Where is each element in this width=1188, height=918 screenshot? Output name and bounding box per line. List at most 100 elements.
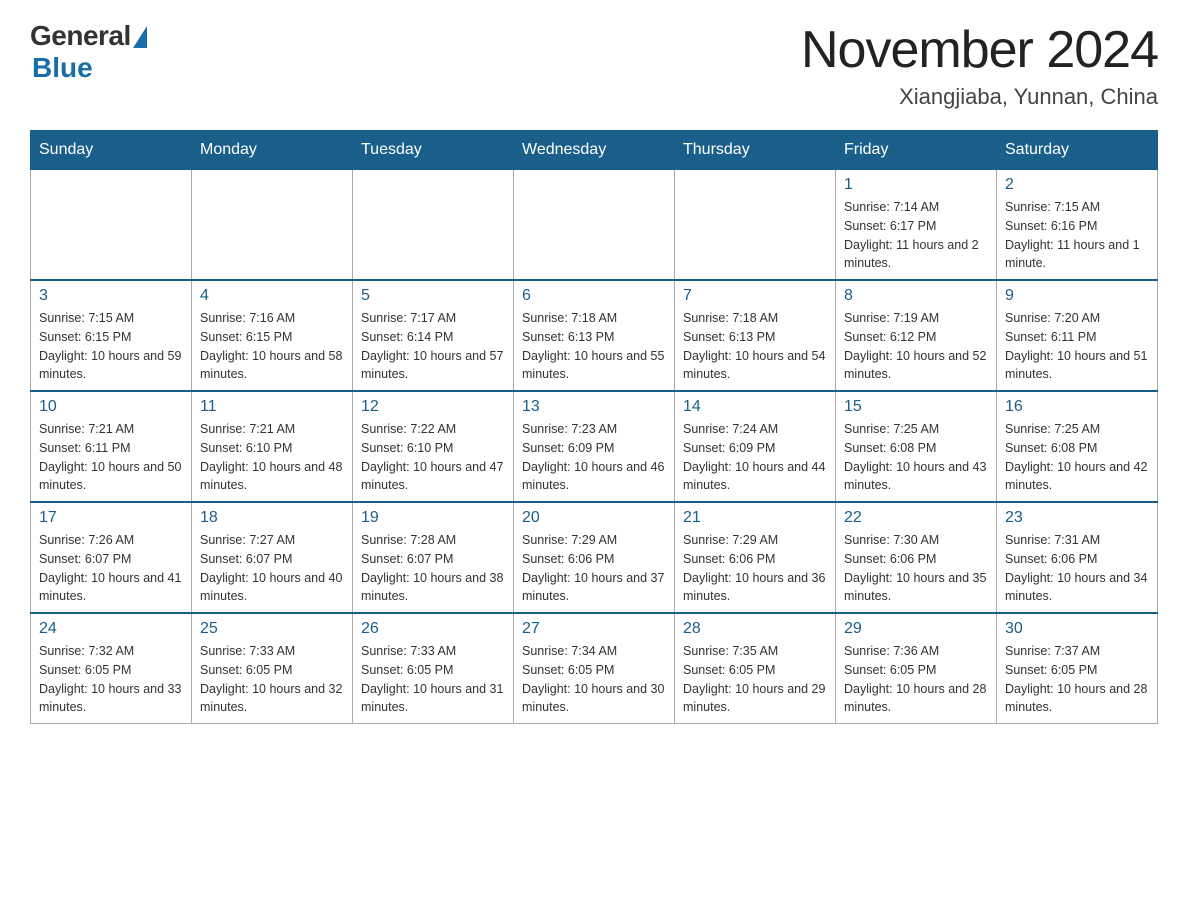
- calendar-cell: 1 Sunrise: 7:14 AMSunset: 6:17 PMDaylight…: [836, 170, 997, 281]
- page-header: General Blue November 2024 Xiangjiaba, Y…: [30, 20, 1158, 110]
- day-info: Sunrise: 7:18 AMSunset: 6:13 PMDaylight:…: [683, 309, 827, 384]
- day-number: 18: [200, 509, 344, 527]
- calendar-cell: 9 Sunrise: 7:20 AMSunset: 6:11 PMDaylight…: [997, 280, 1158, 391]
- day-number: 27: [522, 620, 666, 638]
- day-info: Sunrise: 7:21 AMSunset: 6:11 PMDaylight:…: [39, 420, 183, 495]
- calendar-header-row: SundayMondayTuesdayWednesdayThursdayFrid…: [31, 131, 1158, 170]
- calendar-cell: 8Sunrise: 7:19 AMSunset: 6:12 PMDaylight…: [836, 280, 997, 391]
- calendar-week-3: 10Sunrise: 7:21 AMSunset: 6:11 PMDayligh…: [31, 391, 1158, 502]
- day-info: Sunrise: 7:37 AMSunset: 6:05 PMDaylight:…: [1005, 642, 1149, 717]
- calendar-cell: 4 Sunrise: 7:16 AMSunset: 6:15 PMDaylight…: [192, 280, 353, 391]
- day-number: 24: [39, 620, 183, 638]
- day-info: Sunrise: 7:34 AMSunset: 6:05 PMDaylight:…: [522, 642, 666, 717]
- calendar-cell: [31, 170, 192, 281]
- logo-blue-text: Blue: [32, 52, 93, 84]
- day-number: 4: [200, 287, 344, 305]
- day-info: Sunrise: 7:27 AMSunset: 6:07 PMDaylight:…: [200, 531, 344, 606]
- logo-triangle-icon: [133, 26, 147, 48]
- day-info: Sunrise: 7:14 AMSunset: 6:17 PMDaylight:…: [844, 198, 988, 273]
- calendar-cell: 15 Sunrise: 7:25 AMSunset: 6:08 PMDayligh…: [836, 391, 997, 502]
- calendar-cell: 19 Sunrise: 7:28 AMSunset: 6:07 PMDayligh…: [353, 502, 514, 613]
- calendar-cell: 12 Sunrise: 7:22 AMSunset: 6:10 PMDayligh…: [353, 391, 514, 502]
- day-header-thursday: Thursday: [675, 131, 836, 170]
- day-number: 29: [844, 620, 988, 638]
- day-info: Sunrise: 7:17 AMSunset: 6:14 PMDaylight:…: [361, 309, 505, 384]
- day-info: Sunrise: 7:25 AMSunset: 6:08 PMDaylight:…: [1005, 420, 1149, 495]
- day-number: 9: [1005, 287, 1149, 305]
- day-number: 26: [361, 620, 505, 638]
- day-number: 19: [361, 509, 505, 527]
- day-info: Sunrise: 7:16 AMSunset: 6:15 PMDaylight:…: [200, 309, 344, 384]
- day-info: Sunrise: 7:29 AMSunset: 6:06 PMDaylight:…: [522, 531, 666, 606]
- day-info: Sunrise: 7:22 AMSunset: 6:10 PMDaylight:…: [361, 420, 505, 495]
- calendar-cell: 21Sunrise: 7:29 AMSunset: 6:06 PMDayligh…: [675, 502, 836, 613]
- calendar-week-5: 24 Sunrise: 7:32 AMSunset: 6:05 PMDayligh…: [31, 613, 1158, 724]
- day-header-monday: Monday: [192, 131, 353, 170]
- calendar-cell: 25Sunrise: 7:33 AMSunset: 6:05 PMDayligh…: [192, 613, 353, 724]
- calendar-cell: 24 Sunrise: 7:32 AMSunset: 6:05 PMDayligh…: [31, 613, 192, 724]
- day-info: Sunrise: 7:20 AMSunset: 6:11 PMDaylight:…: [1005, 309, 1149, 384]
- calendar-cell: 10Sunrise: 7:21 AMSunset: 6:11 PMDayligh…: [31, 391, 192, 502]
- day-number: 20: [522, 509, 666, 527]
- calendar-cell: 20 Sunrise: 7:29 AMSunset: 6:06 PMDayligh…: [514, 502, 675, 613]
- logo-general-text: General: [30, 20, 131, 52]
- day-info: Sunrise: 7:24 AMSunset: 6:09 PMDaylight:…: [683, 420, 827, 495]
- day-header-tuesday: Tuesday: [353, 131, 514, 170]
- day-info: Sunrise: 7:35 AMSunset: 6:05 PMDaylight:…: [683, 642, 827, 717]
- calendar-cell: 23 Sunrise: 7:31 AMSunset: 6:06 PMDayligh…: [997, 502, 1158, 613]
- day-info: Sunrise: 7:29 AMSunset: 6:06 PMDaylight:…: [683, 531, 827, 606]
- day-number: 6: [522, 287, 666, 305]
- day-info: Sunrise: 7:30 AMSunset: 6:06 PMDaylight:…: [844, 531, 988, 606]
- day-number: 3: [39, 287, 183, 305]
- day-number: 28: [683, 620, 827, 638]
- calendar-cell: 22 Sunrise: 7:30 AMSunset: 6:06 PMDayligh…: [836, 502, 997, 613]
- day-header-saturday: Saturday: [997, 131, 1158, 170]
- day-info: Sunrise: 7:26 AMSunset: 6:07 PMDaylight:…: [39, 531, 183, 606]
- calendar-cell: 18 Sunrise: 7:27 AMSunset: 6:07 PMDayligh…: [192, 502, 353, 613]
- day-number: 12: [361, 398, 505, 416]
- day-number: 16: [1005, 398, 1149, 416]
- day-number: 15: [844, 398, 988, 416]
- location: Xiangjiaba, Yunnan, China: [801, 84, 1158, 110]
- calendar-cell: [675, 170, 836, 281]
- day-number: 25: [200, 620, 344, 638]
- calendar-cell: [192, 170, 353, 281]
- day-info: Sunrise: 7:18 AMSunset: 6:13 PMDaylight:…: [522, 309, 666, 384]
- day-info: Sunrise: 7:32 AMSunset: 6:05 PMDaylight:…: [39, 642, 183, 717]
- calendar-week-2: 3 Sunrise: 7:15 AMSunset: 6:15 PMDaylight…: [31, 280, 1158, 391]
- day-info: Sunrise: 7:25 AMSunset: 6:08 PMDaylight:…: [844, 420, 988, 495]
- day-number: 7: [683, 287, 827, 305]
- day-number: 8: [844, 287, 988, 305]
- calendar-cell: 11Sunrise: 7:21 AMSunset: 6:10 PMDayligh…: [192, 391, 353, 502]
- calendar-cell: [514, 170, 675, 281]
- calendar-cell: 7 Sunrise: 7:18 AMSunset: 6:13 PMDaylight…: [675, 280, 836, 391]
- calendar-cell: 17 Sunrise: 7:26 AMSunset: 6:07 PMDayligh…: [31, 502, 192, 613]
- day-number: 23: [1005, 509, 1149, 527]
- day-number: 22: [844, 509, 988, 527]
- day-info: Sunrise: 7:23 AMSunset: 6:09 PMDaylight:…: [522, 420, 666, 495]
- title-block: November 2024 Xiangjiaba, Yunnan, China: [801, 20, 1158, 110]
- day-number: 11: [200, 398, 344, 416]
- calendar-cell: 26 Sunrise: 7:33 AMSunset: 6:05 PMDayligh…: [353, 613, 514, 724]
- day-info: Sunrise: 7:15 AMSunset: 6:16 PMDaylight:…: [1005, 198, 1149, 273]
- day-number: 30: [1005, 620, 1149, 638]
- day-number: 17: [39, 509, 183, 527]
- day-header-sunday: Sunday: [31, 131, 192, 170]
- day-info: Sunrise: 7:33 AMSunset: 6:05 PMDaylight:…: [361, 642, 505, 717]
- calendar-cell: 2Sunrise: 7:15 AMSunset: 6:16 PMDaylight…: [997, 170, 1158, 281]
- calendar-week-1: 1 Sunrise: 7:14 AMSunset: 6:17 PMDaylight…: [31, 170, 1158, 281]
- day-info: Sunrise: 7:28 AMSunset: 6:07 PMDaylight:…: [361, 531, 505, 606]
- month-title: November 2024: [801, 20, 1158, 80]
- calendar-cell: [353, 170, 514, 281]
- day-info: Sunrise: 7:31 AMSunset: 6:06 PMDaylight:…: [1005, 531, 1149, 606]
- calendar-cell: 14Sunrise: 7:24 AMSunset: 6:09 PMDayligh…: [675, 391, 836, 502]
- calendar-table: SundayMondayTuesdayWednesdayThursdayFrid…: [30, 130, 1158, 724]
- day-number: 1: [844, 176, 988, 194]
- calendar-cell: 30 Sunrise: 7:37 AMSunset: 6:05 PMDayligh…: [997, 613, 1158, 724]
- day-info: Sunrise: 7:15 AMSunset: 6:15 PMDaylight:…: [39, 309, 183, 384]
- day-info: Sunrise: 7:36 AMSunset: 6:05 PMDaylight:…: [844, 642, 988, 717]
- calendar-cell: 29 Sunrise: 7:36 AMSunset: 6:05 PMDayligh…: [836, 613, 997, 724]
- calendar-cell: 5Sunrise: 7:17 AMSunset: 6:14 PMDaylight…: [353, 280, 514, 391]
- logo: General Blue: [30, 20, 147, 84]
- calendar-cell: 27 Sunrise: 7:34 AMSunset: 6:05 PMDayligh…: [514, 613, 675, 724]
